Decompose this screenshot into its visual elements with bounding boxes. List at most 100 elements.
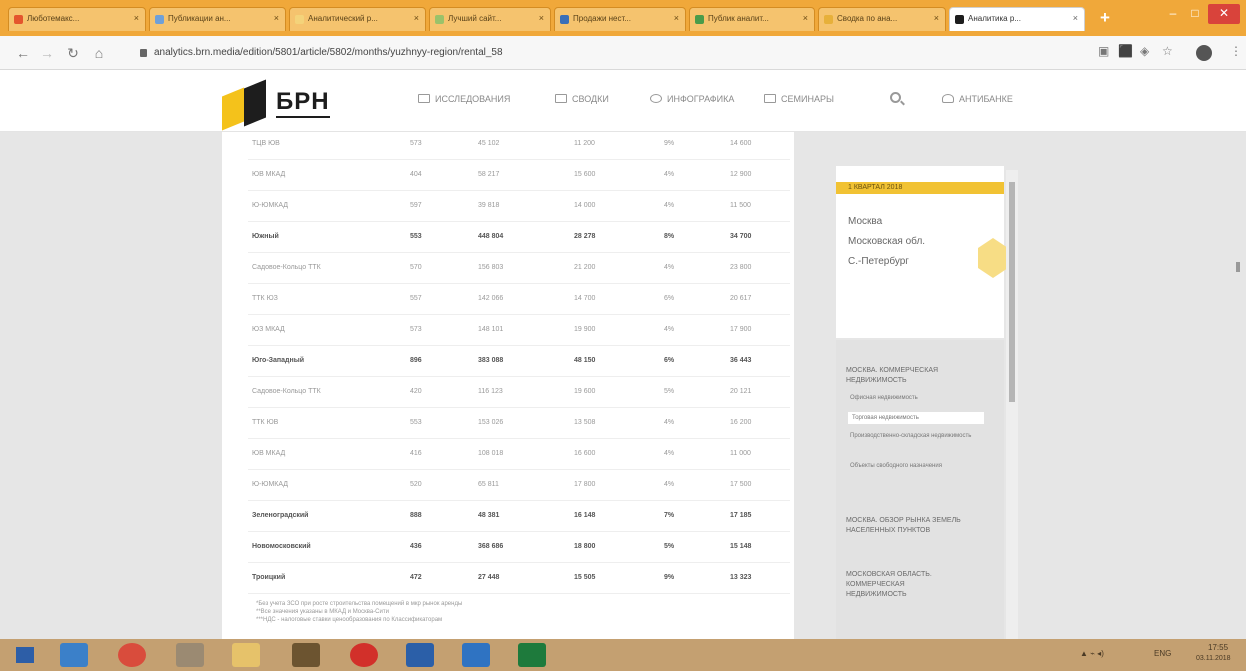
extension-icon[interactable]: ⬛ <box>1118 44 1133 58</box>
table-cell-value: 116 123 <box>474 376 570 408</box>
reload-icon[interactable]: ↻ <box>64 44 82 62</box>
back-arrow-icon[interactable]: ← <box>14 44 32 62</box>
chart-icon <box>418 94 430 103</box>
sidebar-section-title[interactable]: МОСКОВСКАЯ ОБЛАСТЬ. КОММЕРЧЕСКАЯ НЕДВИЖИ… <box>846 570 966 600</box>
translate-icon[interactable]: ▣ <box>1098 44 1109 58</box>
nav-label: АНТИБАНКЕ <box>959 94 1013 104</box>
table-row: ТТК ЮЗ 557 142 066 14 700 6% 20 617 <box>248 283 790 315</box>
sidebar-item[interactable]: Производственно-складская недвижимость <box>850 432 980 440</box>
maximize-button[interactable]: □ <box>1184 4 1206 24</box>
tray-language[interactable]: ENG <box>1154 649 1171 658</box>
bookmark-star-icon[interactable]: ☆ <box>1162 44 1173 58</box>
close-tab-icon[interactable]: × <box>134 13 139 23</box>
tab-favicon-icon <box>955 15 964 24</box>
nav-research[interactable]: ИССЛЕДОВАНИЯ <box>418 94 510 104</box>
browser-tab[interactable]: Продажи нест... × <box>554 7 686 31</box>
promo-region: Москва <box>848 216 883 227</box>
browser-tab-active[interactable]: Аналитика р... × <box>949 7 1085 31</box>
table-cell-value: 28 278 <box>570 221 660 253</box>
address-bar[interactable]: analytics.brn.media/edition/5801/article… <box>140 43 1080 63</box>
table-row: ЮВ МКАД 416 108 018 16 600 4% 11 000 <box>248 438 790 470</box>
close-tab-icon[interactable]: × <box>539 13 544 23</box>
table-cell-value: 18 800 <box>570 531 660 563</box>
table-cell-value: 4% <box>660 190 726 222</box>
tray-time[interactable]: 17:55 <box>1208 643 1228 652</box>
table-cell-value: 6% <box>660 283 726 315</box>
close-tab-icon[interactable]: × <box>1073 13 1078 23</box>
close-tab-icon[interactable]: × <box>274 13 279 23</box>
nav-label: ИНФОГРАФИКА <box>667 94 735 104</box>
sidebar-section-title[interactable]: МОСКВА. ОБЗОР РЫНКА ЗЕМЕЛЬ НАСЕЛЕННЫХ ПУ… <box>846 516 994 536</box>
app-icon[interactable] <box>292 643 320 667</box>
table-cell-value: 39 818 <box>474 190 570 222</box>
table-cell-district: ТТК ЮЗ <box>248 283 406 315</box>
browser-tab[interactable]: Лучший сайт... × <box>429 7 551 31</box>
sidebar-item[interactable]: Объекты свободного назначения <box>850 462 960 470</box>
file-explorer-icon[interactable] <box>232 643 260 667</box>
close-tab-icon[interactable]: × <box>803 13 808 23</box>
tab-favicon-icon <box>435 15 444 24</box>
outlook-icon[interactable] <box>462 643 490 667</box>
media-player-icon[interactable] <box>176 643 204 667</box>
table-cell-value: 4% <box>660 159 726 191</box>
chrome-icon[interactable] <box>118 643 146 667</box>
search-icon[interactable] <box>890 92 901 103</box>
table-cell-value: 14 000 <box>570 190 660 222</box>
minimize-button[interactable]: ‒ <box>1162 4 1184 24</box>
sidebar-item-active[interactable]: Торговая недвижимость <box>848 412 984 424</box>
home-icon[interactable]: ⌂ <box>90 44 108 62</box>
tray-icons[interactable]: ▲ ⌁ ◂) <box>1080 649 1104 658</box>
word-icon[interactable] <box>406 643 434 667</box>
nav-account[interactable]: АНТИБАНКЕ <box>942 94 1013 104</box>
sidebar-promo-card[interactable]: 1 КВАРТАЛ 2018 Москва Московская обл. С.… <box>836 166 1008 338</box>
ie-icon[interactable] <box>60 643 88 667</box>
nav-seminars[interactable]: СЕМИНАРЫ <box>764 94 834 104</box>
table-cell-value: 553 <box>406 407 474 439</box>
opera-icon[interactable] <box>350 643 378 667</box>
promo-region: Московская обл. <box>848 236 926 247</box>
site-logo-text[interactable]: БРН <box>276 88 330 116</box>
browser-tab[interactable]: Люботемакс... × <box>8 7 146 31</box>
brn-logo-icon[interactable] <box>222 79 270 131</box>
profile-avatar-icon[interactable] <box>1196 45 1212 61</box>
table-row: ТТК ЮВ 553 153 026 13 508 4% 16 200 <box>248 407 790 439</box>
table-cell-value: 17 185 <box>726 500 790 532</box>
document-icon <box>555 94 567 103</box>
scrollbar-thumb[interactable] <box>1009 182 1015 402</box>
tab-title: Продажи нест... <box>573 14 631 23</box>
new-tab-button[interactable]: + <box>1094 8 1116 28</box>
browser-tab[interactable]: Публикации ан... × <box>149 7 286 31</box>
close-tab-icon[interactable]: × <box>934 13 939 23</box>
nav-label: ИССЛЕДОВАНИЯ <box>435 94 511 104</box>
tab-favicon-icon <box>560 15 569 24</box>
excel-icon[interactable] <box>518 643 546 667</box>
table-cell-value: 15 505 <box>570 562 660 594</box>
nav-summaries[interactable]: СВОДКИ <box>555 94 609 104</box>
sidebar-item[interactable]: Офисная недвижимость <box>850 394 918 402</box>
table-cell-value: 148 101 <box>474 314 570 346</box>
table-cell-value: 19 900 <box>570 314 660 346</box>
close-window-button[interactable]: ✕ <box>1208 4 1240 24</box>
browser-tab[interactable]: Аналитический р... × <box>289 7 426 31</box>
close-tab-icon[interactable]: × <box>674 13 679 23</box>
sidebar-scrollbar[interactable] <box>1006 170 1018 639</box>
logo-underline <box>276 116 330 118</box>
tray-date[interactable]: 03.11.2018 <box>1196 655 1231 662</box>
table-row: Садовое-Кольцо ТТК 420 116 123 19 600 5% 20 1… <box>248 376 790 408</box>
close-tab-icon[interactable]: × <box>414 13 419 23</box>
browser-tab[interactable]: Публик аналит... × <box>689 7 815 31</box>
page-scrollbar-thumb[interactable] <box>1236 262 1240 272</box>
menu-kebab-icon[interactable]: ⋮ <box>1230 44 1242 58</box>
windows-start-icon[interactable] <box>16 647 34 663</box>
shield-icon[interactable]: ◈ <box>1140 44 1149 58</box>
table-cell-value: 557 <box>406 283 474 315</box>
nav-infographics[interactable]: ИНФОГРАФИКА <box>650 94 734 104</box>
table-cell-value: 573 <box>406 314 474 346</box>
browser-toolbar: ← → ↻ ⌂ analytics.brn.media/edition/5801… <box>0 36 1246 70</box>
sidebar-section-title[interactable]: МОСКВА. КОММЕРЧЕСКАЯ НЕДВИЖИМОСТЬ <box>846 366 986 386</box>
table-cell-district: Зеленоградский <box>248 500 406 532</box>
table-cell-value: 4% <box>660 469 726 501</box>
table-cell-value: 16 600 <box>570 438 660 470</box>
forward-arrow-icon[interactable]: → <box>38 44 56 62</box>
browser-tab[interactable]: Сводка по ана... × <box>818 7 946 31</box>
